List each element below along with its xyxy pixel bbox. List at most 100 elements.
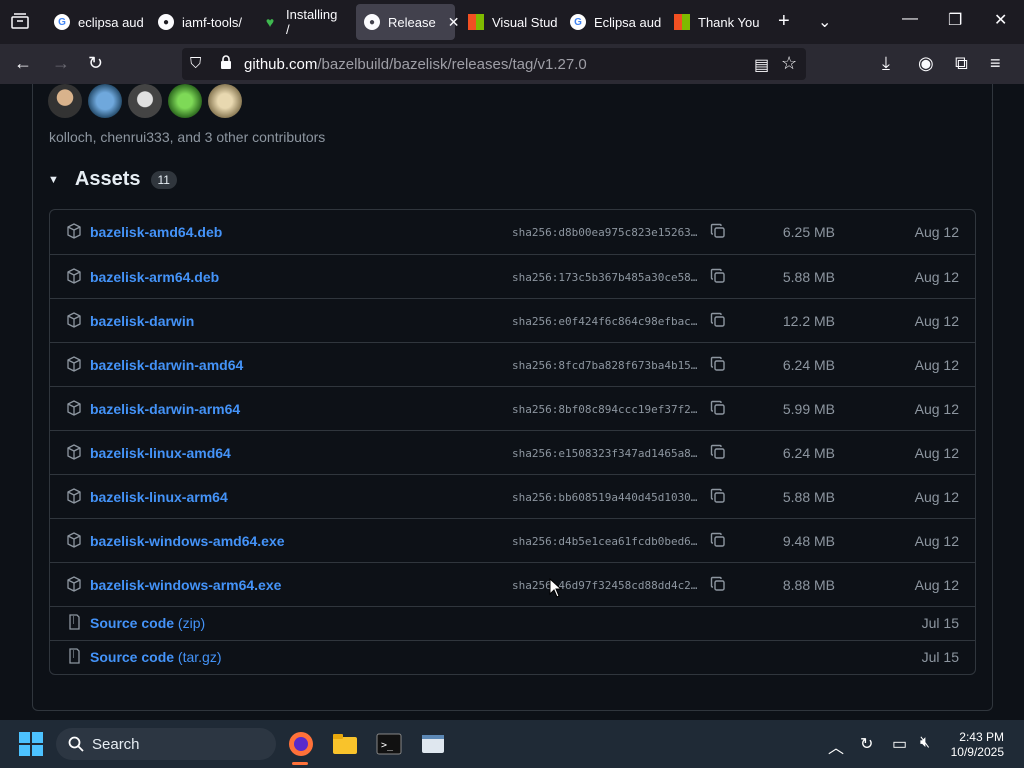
- asset-download-link[interactable]: bazelisk-darwin-arm64: [90, 401, 240, 417]
- asset-download-link[interactable]: bazelisk-arm64.deb: [90, 269, 219, 285]
- tab-label: eclipsa aud: [78, 14, 144, 30]
- asset-date: Aug 12: [914, 489, 959, 505]
- shield-icon[interactable]: ⛉: [190, 55, 201, 72]
- asset-download-link[interactable]: bazelisk-darwin-amd64: [90, 357, 243, 373]
- copy-icon[interactable]: [710, 400, 728, 418]
- asset-sha256: sha256:8fcd7ba828f673ba4b15…: [512, 359, 698, 372]
- show-hidden-icons-chevron[interactable]: ︿: [828, 734, 844, 758]
- back-icon[interactable]: ←: [14, 53, 32, 74]
- assets-title: Assets: [74, 168, 141, 190]
- tab-iamf-tools[interactable]: ● iamf-tools/: [158, 4, 250, 40]
- menu-icon[interactable]: ≡: [990, 53, 1001, 74]
- copy-icon[interactable]: [710, 356, 728, 374]
- copy-icon[interactable]: [710, 444, 728, 462]
- asset-date: Jul 15: [921, 649, 959, 665]
- lock-icon[interactable]: [219, 54, 233, 75]
- asset-download-link[interactable]: bazelisk-windows-amd64.exe: [90, 533, 285, 549]
- asset-size: 5.99 MB: [782, 401, 835, 417]
- asset-row: bazelisk-windows-arm64.exe sha256:46d97f3…: [50, 562, 975, 607]
- contributor-avatar[interactable]: [128, 84, 162, 118]
- asset-date: Aug 12: [914, 269, 959, 285]
- close-window-icon[interactable]: ✕: [994, 10, 1007, 30]
- svg-text:>_: >_: [381, 740, 394, 751]
- package-icon: [66, 312, 84, 330]
- clock-date: 10/9/2025: [950, 745, 1004, 759]
- list-all-tabs-icon[interactable]: ⌄: [818, 12, 831, 32]
- network-display-icon[interactable]: ▭: [892, 734, 907, 754]
- asset-row: bazelisk-arm64.deb sha256:173c5b367b485a3…: [50, 254, 975, 299]
- copy-icon[interactable]: [710, 576, 728, 594]
- mouse-cursor-icon: [549, 578, 563, 598]
- contributor-avatar[interactable]: [168, 84, 202, 118]
- asset-sha256: sha256:e1508323f347ad1465a8…: [512, 447, 698, 460]
- tab-thank-you[interactable]: Thank You: [674, 4, 766, 40]
- github-icon: ●: [364, 14, 380, 30]
- volume-muted-icon[interactable]: 🔇︎: [920, 734, 930, 752]
- asset-download-link[interactable]: bazelisk-darwin: [90, 313, 194, 329]
- tab-visual-studio[interactable]: Visual Stud: [468, 4, 560, 40]
- package-icon: [66, 576, 84, 594]
- download-icon[interactable]: ⤓: [882, 53, 890, 74]
- taskbar-clock[interactable]: 2:43 PM 10/9/2025: [951, 730, 1004, 760]
- copy-icon[interactable]: [710, 268, 728, 286]
- tab-label: Eclipsa aud: [594, 14, 662, 30]
- reader-view-icon[interactable]: ▤: [754, 55, 769, 75]
- asset-size: 9.48 MB: [782, 533, 835, 549]
- contributor-avatar[interactable]: [48, 84, 82, 118]
- asset-download-link[interactable]: bazelisk-linux-arm64: [90, 489, 228, 505]
- contributors-text[interactable]: kolloch, chenrui333, and 3 other contrib…: [49, 129, 325, 145]
- asset-sha256: sha256:d8b00ea975c823e15263…: [512, 226, 698, 239]
- windows-start-icon[interactable]: [18, 731, 46, 759]
- asset-sha256: sha256:8bf08c894ccc19ef37f2…: [512, 403, 698, 416]
- assets-count-badge: 11: [150, 170, 177, 189]
- tab-release[interactable]: ● Release ✕: [356, 4, 459, 40]
- collapse-triangle-icon[interactable]: ▼: [48, 174, 59, 186]
- tab-eclipsa-audio-2[interactable]: G Eclipsa aud: [570, 4, 662, 40]
- terminal-icon[interactable]: >_: [375, 730, 403, 758]
- tab-label: Thank You: [698, 14, 760, 30]
- asset-download-link[interactable]: bazelisk-windows-arm64.exe: [90, 577, 281, 593]
- asset-row: bazelisk-windows-amd64.exe sha256:d4b5e1c…: [50, 518, 975, 563]
- copy-icon[interactable]: [710, 488, 728, 506]
- source-code-link[interactable]: Source code (zip): [90, 615, 205, 631]
- taskbar-search[interactable]: Search: [56, 728, 276, 760]
- asset-size: 6.24 MB: [782, 357, 835, 373]
- active-app-indicator: [292, 762, 308, 765]
- tab-installing[interactable]: ♥ Installing /: [262, 4, 342, 40]
- file-explorer-icon[interactable]: [331, 730, 359, 758]
- new-tab-icon[interactable]: +: [778, 10, 790, 33]
- account-icon[interactable]: ◉: [918, 53, 934, 74]
- reload-icon[interactable]: ↻: [88, 53, 103, 74]
- restore-icon[interactable]: ❐: [948, 10, 962, 30]
- asset-row: bazelisk-darwin sha256:e0f424f6c864c98efb…: [50, 298, 975, 343]
- bookmark-star-icon[interactable]: ☆: [781, 53, 797, 74]
- asset-download-link[interactable]: bazelisk-linux-amd64: [90, 445, 231, 461]
- update-sync-icon[interactable]: ↻: [860, 734, 873, 754]
- package-icon: [66, 488, 84, 506]
- firefox-icon[interactable]: [287, 730, 315, 758]
- app-window-icon[interactable]: [419, 730, 447, 758]
- source-code-link[interactable]: Source code (tar.gz): [90, 649, 222, 665]
- tab-label: Visual Stud: [492, 14, 558, 30]
- package-icon: [66, 400, 84, 418]
- minimize-icon[interactable]: —: [902, 10, 918, 28]
- forward-icon[interactable]: →: [52, 53, 70, 74]
- extensions-icon[interactable]: ⧉: [955, 53, 968, 74]
- tab-overview-icon[interactable]: [10, 12, 30, 35]
- package-icon: [66, 444, 84, 462]
- assets-header[interactable]: ▼ Assets 11: [48, 168, 177, 191]
- contributor-avatar[interactable]: [88, 84, 122, 118]
- asset-size: 5.88 MB: [782, 269, 835, 285]
- asset-date: Aug 12: [914, 445, 959, 461]
- asset-download-link[interactable]: bazelisk-amd64.deb: [90, 224, 222, 240]
- close-tab-icon[interactable]: ✕: [448, 14, 460, 31]
- asset-date: Aug 12: [914, 224, 959, 240]
- tab-eclipsa-audio[interactable]: G eclipsa aud: [54, 4, 146, 40]
- google-icon: G: [570, 14, 586, 30]
- url-path: /bazelbuild/bazelisk/releases/tag/v1.27.…: [317, 56, 587, 73]
- contributor-avatar[interactable]: [208, 84, 242, 118]
- copy-icon[interactable]: [710, 312, 728, 330]
- copy-icon[interactable]: [710, 223, 728, 241]
- copy-icon[interactable]: [710, 532, 728, 550]
- asset-row: bazelisk-linux-arm64 sha256:bb608519a440d…: [50, 474, 975, 519]
